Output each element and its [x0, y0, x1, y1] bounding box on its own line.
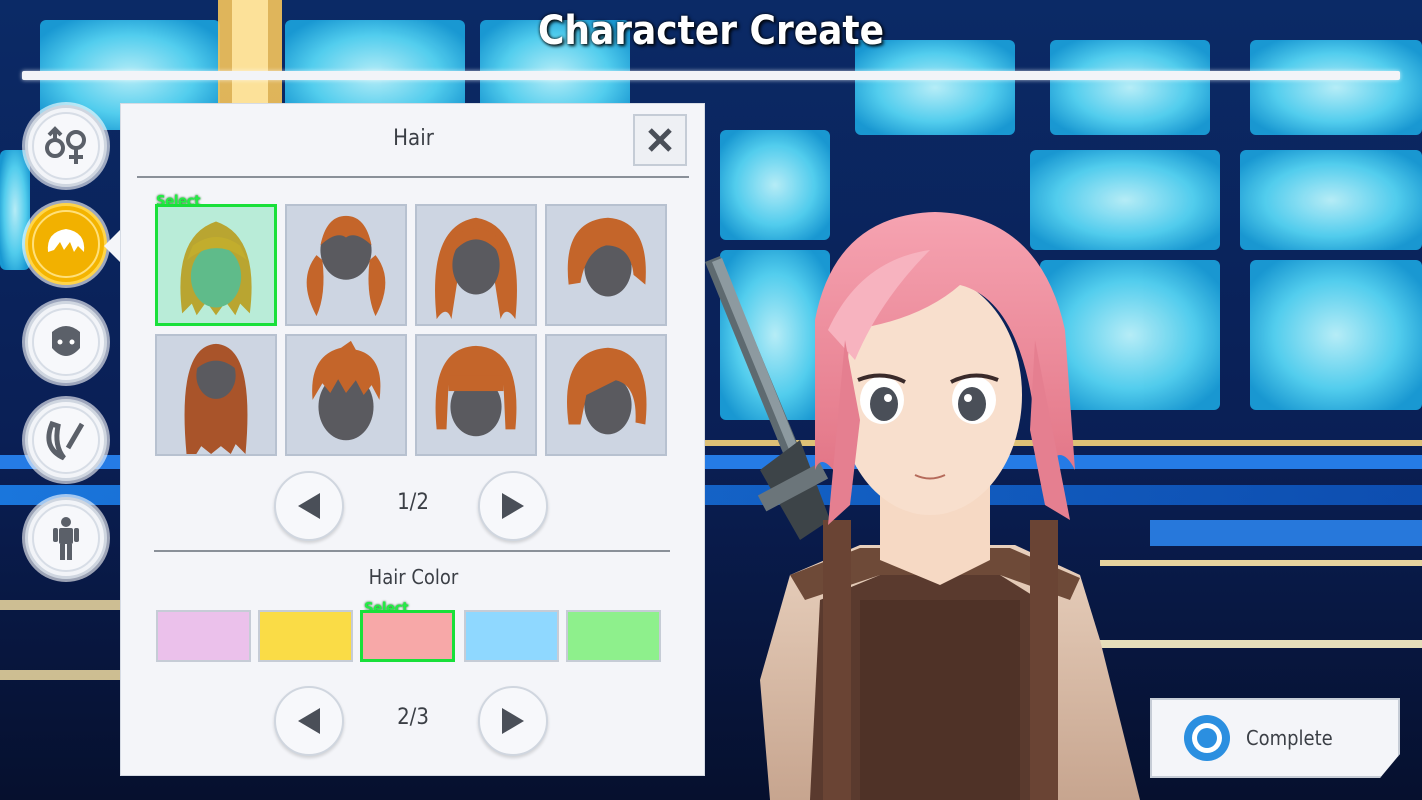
close-icon: [648, 128, 672, 152]
title-divider: [137, 176, 689, 178]
hair-icon: [47, 229, 85, 252]
hair-page-indicator: 1/2: [397, 490, 429, 515]
hairstyle-thumb: [180, 221, 252, 316]
color-swatch-2[interactable]: [258, 610, 353, 662]
color-swatch-5[interactable]: [566, 610, 661, 662]
hairstyle-thumb: [567, 217, 646, 297]
hairstyle-option-6[interactable]: [285, 334, 407, 456]
confirm-circle-icon: [1184, 715, 1230, 761]
hairstyle-thumb: [184, 343, 248, 454]
hairstyle-option-4[interactable]: [545, 204, 667, 326]
face-icon: [52, 326, 80, 356]
color-next-button[interactable]: [478, 686, 548, 756]
hairstyle-thumb: [435, 345, 517, 437]
sidebar-item-makeup[interactable]: [25, 399, 107, 481]
arrow-right-icon: [502, 708, 524, 734]
arrow-right-icon: [502, 493, 524, 519]
title-underline: [22, 71, 1400, 80]
body-icon: [53, 517, 79, 560]
hair-prev-button[interactable]: [274, 471, 344, 541]
page-title: Character Create: [537, 8, 885, 54]
color-page-indicator: 2/3: [397, 705, 429, 730]
panel-title: Hair: [393, 126, 434, 151]
hairstyle-thumb: [566, 347, 647, 435]
hairstyle-option-1[interactable]: [155, 204, 277, 326]
sidebar-item-hair[interactable]: [25, 203, 107, 285]
sidebar-item-face[interactable]: [25, 301, 107, 383]
complete-label: Complete: [1246, 726, 1333, 750]
sidebar-item-gender[interactable]: [25, 105, 107, 187]
arrow-left-icon: [298, 708, 320, 734]
hairstyle-thumb: [306, 215, 386, 317]
hair-panel: Hair Select 1/2 Hair Color Select 2/3: [120, 103, 705, 776]
hairstyle-option-8[interactable]: [545, 334, 667, 456]
close-button[interactable]: [633, 114, 687, 166]
brush-icon: [46, 420, 85, 461]
hairstyle-option-7[interactable]: [415, 334, 537, 456]
arrow-left-icon: [298, 493, 320, 519]
hairstyle-thumb: [435, 217, 517, 320]
color-swatch-1[interactable]: [156, 610, 251, 662]
hairstyle-thumb: [312, 340, 381, 441]
hair-next-button[interactable]: [478, 471, 548, 541]
section-divider: [154, 550, 670, 552]
gender-icon: [45, 126, 86, 164]
color-swatch-4[interactable]: [464, 610, 559, 662]
complete-button[interactable]: Complete: [1150, 698, 1400, 778]
sidebar-item-body[interactable]: [25, 497, 107, 579]
hair-color-title: Hair Color: [368, 565, 459, 589]
hairstyle-option-5[interactable]: [155, 334, 277, 456]
color-prev-button[interactable]: [274, 686, 344, 756]
color-swatch-3[interactable]: [360, 610, 455, 662]
hairstyle-option-2[interactable]: [285, 204, 407, 326]
hairstyle-option-3[interactable]: [415, 204, 537, 326]
